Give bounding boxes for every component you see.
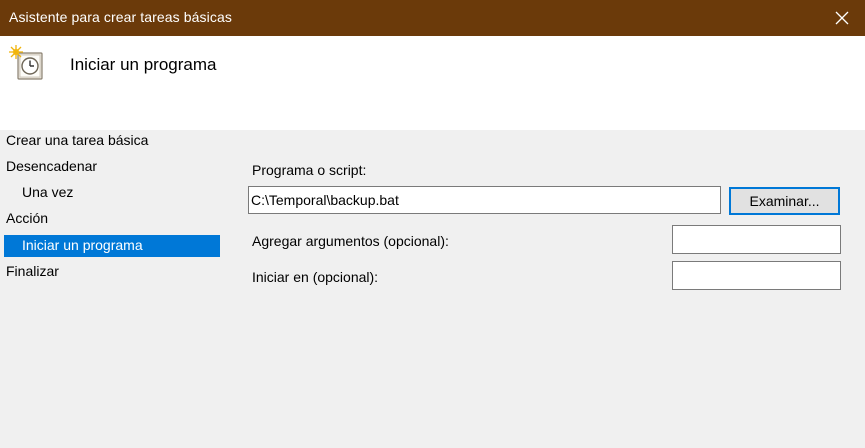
arguments-input[interactable]	[672, 225, 841, 254]
program-label: Programa o script:	[252, 162, 367, 178]
scheduled-task-clock-icon	[9, 45, 43, 80]
wizard-header: Iniciar un programa	[0, 36, 865, 130]
start-in-label: Iniciar en (opcional):	[252, 269, 379, 285]
page-title: Iniciar un programa	[70, 55, 217, 74]
nav-step-crear-tarea: Crear una tarea básica	[6, 130, 148, 152]
nav-step-label: Iniciar un programa	[22, 237, 143, 253]
browse-button-label: Examinar...	[749, 193, 820, 209]
arguments-label: Agregar argumentos (opcional):	[252, 233, 449, 249]
browse-button[interactable]: Examinar...	[729, 187, 840, 215]
start-in-input[interactable]	[672, 261, 841, 290]
nav-step-accion: Acción	[6, 208, 48, 230]
nav-step-desencadenar: Desencadenar	[6, 156, 97, 178]
title-bar: Asistente para crear tareas básicas	[0, 0, 865, 36]
nav-step-label: Finalizar	[6, 263, 59, 279]
close-button[interactable]	[819, 0, 865, 36]
nav-step-finalizar: Finalizar	[6, 261, 59, 283]
nav-step-label: Crear una tarea básica	[6, 132, 149, 148]
nav-step-label: Acción	[6, 210, 49, 226]
nav-step-label: Desencadenar	[6, 158, 98, 174]
close-icon	[835, 11, 849, 25]
nav-step-una-vez: Una vez	[22, 182, 73, 204]
program-input[interactable]	[248, 186, 721, 214]
window-title: Asistente para crear tareas básicas	[9, 9, 232, 25]
nav-step-label: Una vez	[22, 184, 74, 200]
nav-step-iniciar-programa: Iniciar un programa	[4, 235, 220, 257]
